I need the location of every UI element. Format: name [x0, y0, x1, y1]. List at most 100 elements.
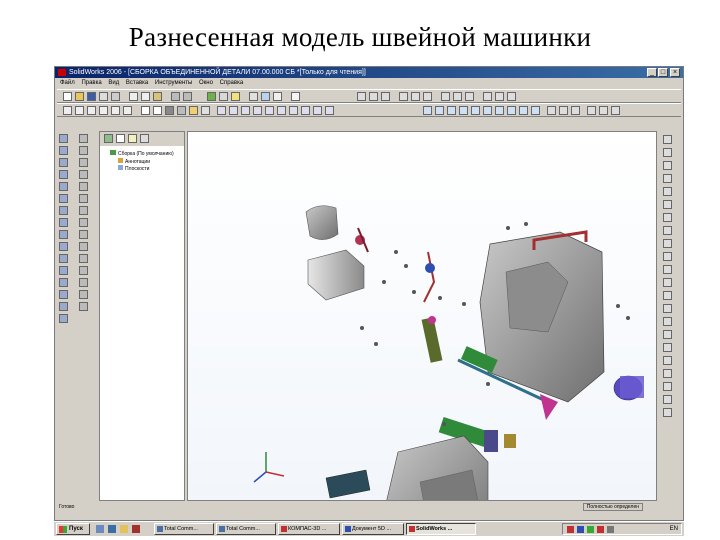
reference-plane-icon[interactable] [79, 290, 88, 299]
pan-icon[interactable] [369, 92, 378, 101]
assembly-feature-4-icon[interactable] [459, 106, 468, 115]
shell-icon[interactable] [79, 242, 88, 251]
rotate-icon[interactable] [357, 92, 366, 101]
standard-views-icon[interactable] [663, 148, 672, 157]
assembly-feature-8-icon[interactable] [507, 106, 516, 115]
tree-item-planes[interactable]: Плоскости [118, 165, 149, 172]
shaded-icon[interactable] [165, 106, 174, 115]
assembly-feature-14-icon[interactable] [587, 106, 596, 115]
mate-icon[interactable] [399, 92, 408, 101]
balloon-icon[interactable] [663, 356, 672, 365]
bottom-view-icon[interactable] [277, 106, 286, 115]
explorer-icon[interactable] [120, 525, 128, 533]
rectangle-tool-icon[interactable] [59, 146, 68, 155]
options-icon[interactable] [219, 92, 228, 101]
tray-icon-3[interactable] [587, 526, 594, 533]
explode-line-icon[interactable] [453, 92, 462, 101]
print-icon[interactable] [99, 92, 108, 101]
trim-tool-icon[interactable] [59, 230, 68, 239]
datum-icon[interactable] [663, 408, 672, 417]
tree-item-annotations[interactable]: Аннотации [118, 158, 150, 165]
left-view-icon[interactable] [241, 106, 250, 115]
smart-dimension-icon[interactable] [273, 92, 282, 101]
tray-icon-4[interactable] [597, 526, 604, 533]
sweep-icon[interactable] [79, 158, 88, 167]
shadow-icon[interactable] [177, 106, 186, 115]
window-titlebar[interactable]: SolidWorks 2006 - [СБОРКА ОБЪЕДИНЕННОЙ Д… [55, 67, 683, 78]
collapse-icon[interactable] [663, 304, 672, 313]
menu-window[interactable]: Окно [199, 80, 213, 86]
rebuild-icon[interactable] [207, 92, 216, 101]
assembly-feature-icon[interactable] [423, 106, 432, 115]
zoom-extents-icon[interactable] [663, 161, 672, 170]
start-button[interactable]: Пуск [56, 523, 90, 535]
view-orientation-icon[interactable] [663, 135, 672, 144]
zoom-selection-icon[interactable] [99, 106, 108, 115]
hidden-lines-icon[interactable] [153, 106, 162, 115]
taskbar-item-kompas[interactable]: КОМПАС-3D ... [278, 523, 340, 535]
note-icon[interactable] [663, 369, 672, 378]
fillet-tool-icon[interactable] [59, 218, 68, 227]
app-launch-icon[interactable] [132, 525, 140, 533]
taskbar-item-document[interactable]: Документ 5D ... [342, 523, 404, 535]
back-view-icon[interactable] [229, 106, 238, 115]
draft-icon[interactable] [79, 254, 88, 263]
move-component-icon[interactable] [411, 92, 420, 101]
rib-icon[interactable] [79, 230, 88, 239]
config-manager-tab-icon[interactable] [128, 134, 137, 143]
maximize-button[interactable]: □ [658, 68, 668, 77]
hide-show-icon[interactable] [483, 92, 492, 101]
menu-edit[interactable]: Правка [81, 80, 101, 86]
open-icon[interactable] [75, 92, 84, 101]
grid-icon[interactable] [249, 92, 258, 101]
tree-root[interactable]: Сборка (По умолчанию) [110, 150, 174, 157]
revolve-icon[interactable] [79, 146, 88, 155]
normal-to-icon[interactable] [325, 106, 334, 115]
relation-tool-icon[interactable] [59, 290, 68, 299]
chamfer-icon[interactable] [79, 218, 88, 227]
right-view-icon[interactable] [253, 106, 262, 115]
text-tool-icon[interactable] [59, 314, 68, 323]
tray-icon-5[interactable] [607, 526, 614, 533]
spline-tool-icon[interactable] [59, 182, 68, 191]
display-mode-icon[interactable] [663, 200, 672, 209]
copy-icon[interactable] [141, 92, 150, 101]
simulation-icon[interactable] [663, 330, 672, 339]
photo-render-icon[interactable] [663, 265, 672, 274]
animator-icon[interactable] [663, 278, 672, 287]
lighting-icon[interactable] [663, 226, 672, 235]
extend-tool-icon[interactable] [59, 242, 68, 251]
loft-icon[interactable] [79, 170, 88, 179]
rotate-view-icon[interactable] [111, 106, 120, 115]
hole-icon[interactable] [79, 194, 88, 203]
browser-icon[interactable] [108, 525, 116, 533]
dimension-icon[interactable] [663, 382, 672, 391]
assembly-feature-13-icon[interactable] [571, 106, 580, 115]
section-tool-icon[interactable] [663, 213, 672, 222]
assembly-feature-9-icon[interactable] [519, 106, 528, 115]
centerline-tool-icon[interactable] [59, 206, 68, 215]
zoom-area-icon[interactable] [75, 106, 84, 115]
perspective-icon[interactable] [201, 106, 210, 115]
mirror-tool-icon[interactable] [59, 266, 68, 275]
line-tool-icon[interactable] [59, 134, 68, 143]
trimetric-view-icon[interactable] [301, 106, 310, 115]
help-icon[interactable] [231, 92, 240, 101]
dimetric-view-icon[interactable] [313, 106, 322, 115]
zoom-in-out-icon[interactable] [87, 106, 96, 115]
save-icon[interactable] [87, 92, 96, 101]
tab-scroll-right-icon[interactable] [140, 134, 149, 143]
measure-icon[interactable] [381, 92, 390, 101]
taskbar-item-total-commander-1[interactable]: Total Comm... [154, 523, 214, 535]
assembly-feature-12-icon[interactable] [559, 106, 568, 115]
assembly-feature-7-icon[interactable] [495, 106, 504, 115]
offset-tool-icon[interactable] [59, 254, 68, 263]
undo-icon[interactable] [171, 92, 180, 101]
assembly-feature-11-icon[interactable] [547, 106, 556, 115]
menu-view[interactable]: Вид [108, 80, 119, 86]
wireframe-icon[interactable] [141, 106, 150, 115]
rotate-component-icon[interactable] [423, 92, 432, 101]
new-doc-icon[interactable] [63, 92, 72, 101]
convert-tool-icon[interactable] [59, 302, 68, 311]
pattern-tool-icon[interactable] [59, 278, 68, 287]
